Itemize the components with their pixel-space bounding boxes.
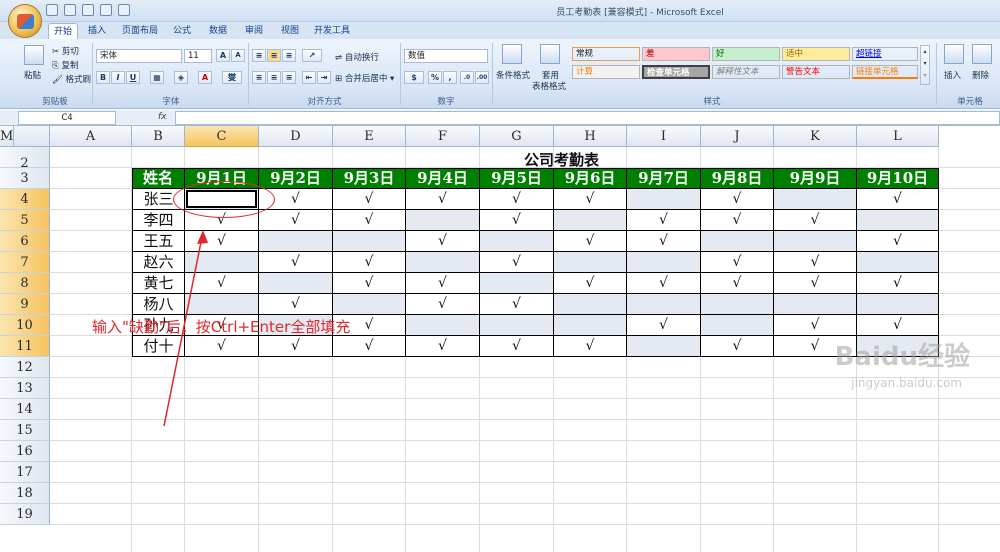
insert-cells-button[interactable]: 插入 [944, 69, 961, 81]
tab-home[interactable]: 开始 [48, 23, 78, 39]
increase-indent-icon[interactable]: ⇥ [317, 71, 331, 84]
tab-developer[interactable]: 开发工具 [310, 23, 354, 39]
office-logo-icon [17, 14, 34, 29]
border-icon[interactable]: ▦ [150, 71, 164, 84]
formula-input[interactable] [175, 111, 1000, 125]
group-separator [400, 43, 401, 105]
paste-icon[interactable] [24, 45, 44, 65]
title-bar: 员工考勤表 [兼容模式] - Microsoft Excel [0, 0, 1000, 22]
decrease-decimal-icon[interactable]: .00 [475, 71, 489, 84]
conditional-format-icon[interactable] [502, 44, 522, 64]
conditional-format-button[interactable]: 条件格式 [496, 69, 530, 81]
style-neutral[interactable]: 适中 [782, 47, 850, 61]
tab-data[interactable]: 数据 [204, 23, 232, 39]
copy-label: 复制 [61, 61, 79, 71]
tab-insert[interactable]: 插入 [83, 23, 111, 39]
group-separator [936, 43, 937, 105]
align-right-icon[interactable]: ≡ [282, 71, 296, 84]
insert-cells-icon[interactable] [944, 44, 964, 64]
ribbon: 粘贴 ✂ 剪切 ⎘ 复制 🖌 格式刷 剪贴板 宋体 11 A A B I U ▦… [0, 39, 1000, 109]
orientation-icon[interactable]: ↗ [302, 49, 322, 62]
table-format-icon[interactable] [540, 44, 560, 64]
cut-label: 剪切 [61, 47, 79, 57]
styles-group-label: 样式 [703, 97, 721, 107]
cut-button[interactable]: ✂ 剪切 [52, 45, 79, 57]
currency-icon[interactable]: $ [404, 71, 424, 84]
wrap-text-button[interactable]: ⇌ 自动换行 [335, 51, 379, 63]
align-bottom-icon[interactable]: ≡ [282, 49, 296, 62]
arrow-head [197, 230, 208, 244]
delete-cells-icon[interactable] [972, 44, 992, 64]
insert-function-icon[interactable]: fx [158, 112, 167, 122]
formula-bar: C4 fx [0, 110, 1000, 126]
italic-button[interactable]: I [111, 71, 125, 84]
watermark-url: jingyan.baidu.com [851, 376, 962, 390]
clipboard-group-label: 剪贴板 [42, 97, 68, 107]
alignment-group-label: 对齐方式 [307, 97, 342, 107]
group-separator [248, 43, 249, 105]
number-group-label: 数字 [437, 97, 455, 107]
bold-button[interactable]: B [96, 71, 110, 84]
tab-review[interactable]: 审阅 [240, 23, 268, 39]
increase-decimal-icon[interactable]: .0 [460, 71, 474, 84]
window-title: 员工考勤表 [兼容模式] - Microsoft Excel [556, 8, 724, 18]
instruction-annotation: 输入"缺勤"后，按Ctrl+Enter全部填充 [92, 318, 351, 336]
style-linked-cell[interactable]: 链接单元格 [852, 65, 918, 79]
table-format-label-2[interactable]: 表格格式 [532, 80, 566, 92]
style-normal[interactable]: 常规 [572, 47, 640, 61]
ribbon-tabs: 开始 插入 页面布局 公式 数据 审阅 视图 开发工具 [0, 22, 1000, 39]
style-calculation[interactable]: 计算 [572, 65, 640, 79]
copy-button[interactable]: ⎘ 复制 [52, 59, 79, 71]
phonetic-button[interactable]: 燮 [222, 71, 242, 84]
name-box[interactable]: C4 [18, 111, 116, 125]
percent-button[interactable]: % [428, 71, 442, 84]
delete-cells-button[interactable]: 删除 [972, 69, 989, 81]
style-good[interactable]: 好 [712, 47, 780, 61]
merge-center-button[interactable]: ⊞ 合并后居中 ▾ [335, 72, 394, 84]
merge-center-label: 合并后居中 [344, 74, 388, 84]
font-name-select[interactable]: 宋体 [96, 49, 182, 63]
tab-view[interactable]: 视图 [276, 23, 304, 39]
font-size-select[interactable]: 11 [184, 49, 212, 63]
style-explanatory[interactable]: 解释性文本 [712, 65, 780, 79]
style-hyperlink[interactable]: 超链接 [852, 47, 918, 61]
align-top-icon[interactable]: ≡ [252, 49, 266, 62]
align-center-icon[interactable]: ≡ [267, 71, 281, 84]
comma-button[interactable]: , [443, 71, 457, 84]
styles-scroll-icon[interactable]: ▴ ▾ ▿ [920, 45, 930, 85]
wrap-text-label: 自动换行 [344, 53, 379, 63]
tab-formulas[interactable]: 公式 [168, 23, 196, 39]
style-check-cell[interactable]: 检查单元格 [642, 65, 710, 79]
fill-color-icon[interactable]: ◈ [174, 71, 188, 84]
font-group-label: 字体 [162, 97, 180, 107]
decrease-indent-icon[interactable]: ⇤ [302, 71, 316, 84]
group-separator [492, 43, 493, 105]
cells-group-label: 单元格 [957, 97, 983, 107]
style-bad[interactable]: 差 [642, 47, 710, 61]
align-middle-icon[interactable]: ≡ [267, 49, 281, 62]
paste-button[interactable]: 粘贴 [24, 69, 41, 81]
tab-page-layout[interactable]: 页面布局 [118, 23, 162, 39]
office-button[interactable] [8, 4, 42, 38]
watermark-logo: Baidu经验 [834, 342, 970, 372]
number-format-select[interactable]: 数值 [404, 49, 488, 63]
underline-button[interactable]: U [126, 71, 140, 84]
font-color-button[interactable]: A [198, 71, 212, 84]
group-separator [92, 43, 93, 105]
shrink-font-button[interactable]: A [231, 49, 245, 62]
align-left-icon[interactable]: ≡ [252, 71, 266, 84]
format-painter-button[interactable]: 🖌 格式刷 [52, 73, 91, 85]
style-warning[interactable]: 警告文本 [782, 65, 850, 79]
grow-font-button[interactable]: A [216, 49, 230, 62]
format-painter-label: 格式刷 [65, 75, 92, 85]
